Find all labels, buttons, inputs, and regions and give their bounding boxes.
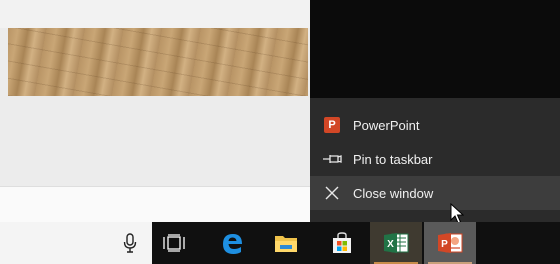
jump-list-app-powerpoint[interactable]: P PowerPoint: [310, 108, 560, 142]
pin-icon: [322, 149, 342, 169]
taskbar: X P: [0, 222, 560, 264]
background-app-window: [0, 0, 310, 222]
jump-list-menu: P PowerPoint Pin to taskbar Close window: [310, 98, 560, 222]
app-bottom-strip: [0, 186, 310, 222]
close-icon: [322, 183, 342, 203]
svg-text:P: P: [441, 239, 448, 250]
store-taskbar-button[interactable]: [320, 222, 364, 264]
pin-to-taskbar-item[interactable]: Pin to taskbar: [310, 142, 560, 176]
close-window-item[interactable]: Close window: [310, 176, 560, 210]
jump-list-app-label: PowerPoint: [353, 117, 420, 133]
wood-texture-image: [8, 28, 308, 96]
task-view-icon: [163, 234, 185, 252]
file-explorer-icon: [275, 236, 297, 252]
edge-taskbar-button[interactable]: [210, 222, 254, 264]
app-top-strip: [0, 0, 310, 28]
excel-taskbar-button[interactable]: X: [370, 222, 422, 264]
file-explorer-taskbar-button[interactable]: [264, 222, 308, 264]
excel-icon: X: [384, 233, 409, 253]
store-icon: [333, 232, 351, 253]
close-window-label: Close window: [353, 185, 434, 201]
microphone-button[interactable]: [108, 222, 152, 264]
microphone-icon: [123, 233, 137, 253]
powerpoint-icon: P: [322, 115, 342, 135]
edge-icon: [223, 234, 242, 254]
svg-text:X: X: [387, 239, 394, 250]
powerpoint-icon: P: [438, 233, 463, 253]
task-view-button[interactable]: [152, 222, 196, 264]
pin-to-taskbar-label: Pin to taskbar: [353, 151, 433, 167]
powerpoint-taskbar-button[interactable]: P: [424, 222, 476, 264]
